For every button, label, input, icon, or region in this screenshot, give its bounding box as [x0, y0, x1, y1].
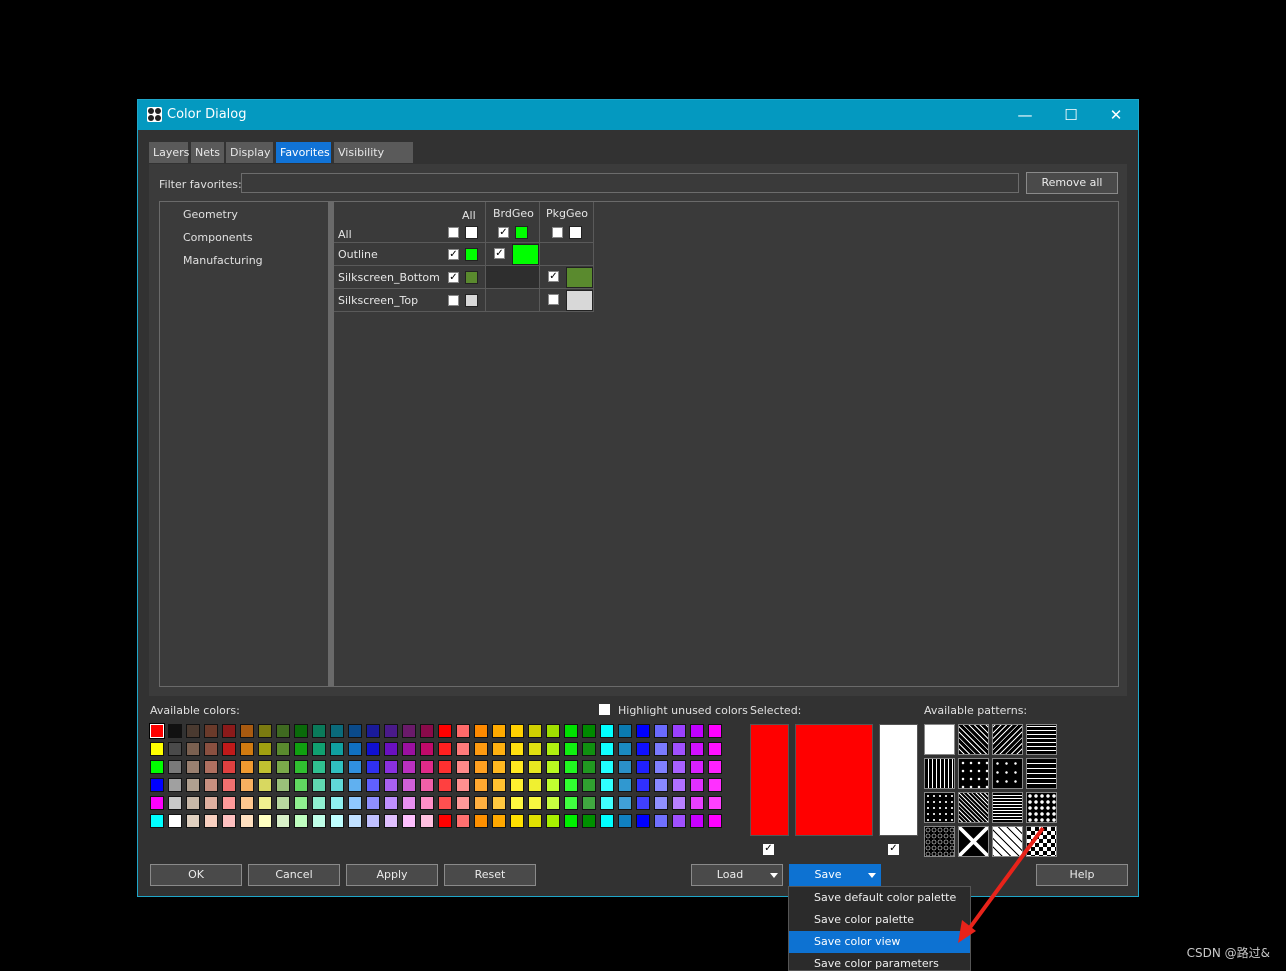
annotation-arrow	[958, 826, 1045, 943]
watermark: CSDN @路过&	[1186, 946, 1270, 960]
